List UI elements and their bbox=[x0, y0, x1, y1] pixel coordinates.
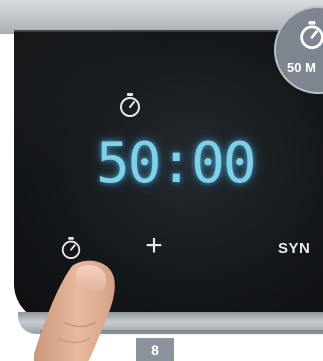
plus-button[interactable]: + bbox=[140, 230, 168, 262]
timer-icon bbox=[300, 21, 323, 50]
sync-button[interactable]: SYN bbox=[278, 240, 310, 257]
time-display: 50:00 bbox=[96, 131, 257, 196]
badge-label: 50 M bbox=[287, 60, 316, 75]
finger bbox=[34, 260, 115, 361]
photo-scene: 50:00 + SYN 50 M 8 bbox=[0, 0, 323, 361]
page-number: 8 bbox=[136, 338, 174, 361]
steel-frame-top bbox=[0, 0, 323, 34]
timer-icon bbox=[120, 93, 140, 117]
timer-button-icon[interactable] bbox=[60, 236, 82, 260]
